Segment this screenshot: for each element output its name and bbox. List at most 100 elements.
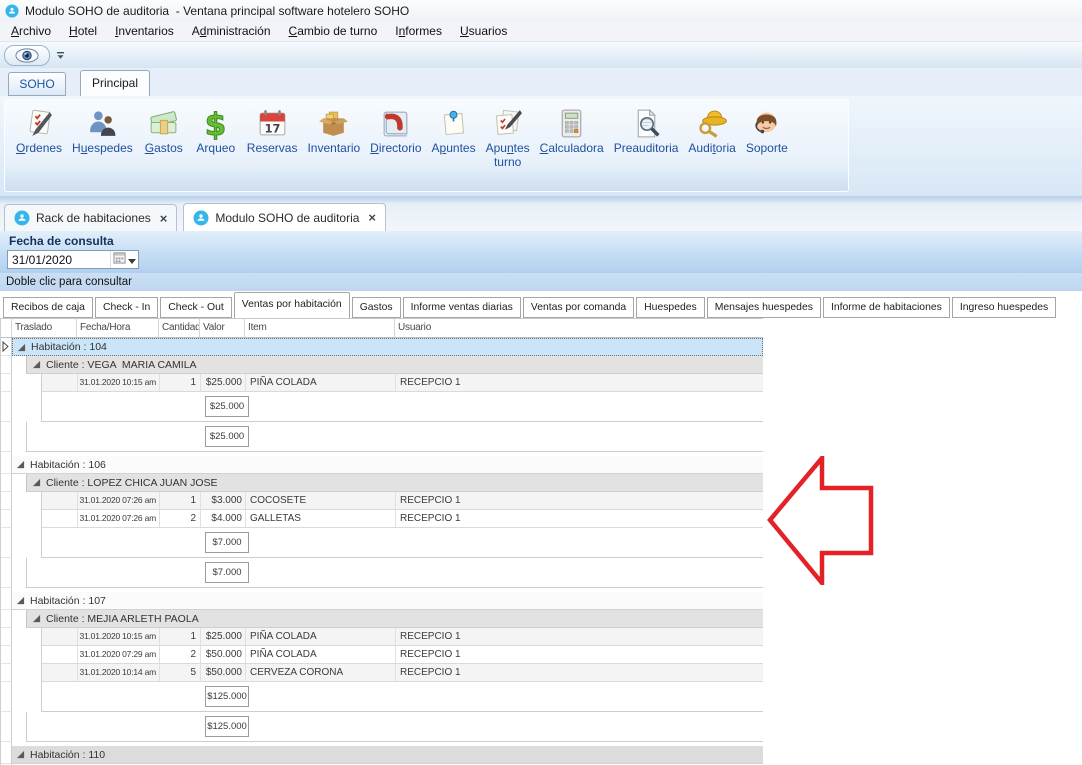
collapse-client-icon[interactable] bbox=[32, 360, 41, 369]
table-row[interactable]: 31.01.2020 07:26 am 2 $4.000 GALLETAS RE… bbox=[1, 510, 763, 528]
menu-item[interactable]: Inventarios bbox=[106, 21, 183, 41]
group-row[interactable]: Habitación : 107 bbox=[1, 592, 763, 610]
view-tab[interactable]: Informe de habitaciones bbox=[823, 297, 950, 318]
ribbon-button[interactable]: Gastos bbox=[138, 104, 190, 156]
view-tab[interactable]: Gastos bbox=[352, 297, 401, 318]
client-row[interactable]: Cliente : MEJIA ARLETH PAOLA bbox=[1, 610, 763, 628]
view-tab[interactable]: Ingreso huespedes bbox=[952, 297, 1056, 318]
close-icon[interactable]: × bbox=[160, 211, 168, 226]
view-tab[interactable]: Mensajes huespedes bbox=[707, 297, 821, 318]
ribbon-button[interactable]: Soporte bbox=[741, 104, 793, 156]
collapse-group-icon[interactable] bbox=[16, 460, 25, 469]
grid-header-row: Traslado Fecha/Hora Cantidad Valor Item … bbox=[1, 318, 763, 338]
menu-item[interactable]: Archivo bbox=[2, 21, 60, 41]
view-tab[interactable]: Ventas por comanda bbox=[523, 297, 634, 318]
view-tab[interactable]: Recibos de caja bbox=[3, 297, 93, 318]
cell-fecha: 31.01.2020 07:26 am bbox=[78, 492, 160, 509]
table-row[interactable]: 31.01.2020 10:15 am 1 $25.000 PIÑA COLAD… bbox=[1, 628, 763, 646]
row-indicator bbox=[1, 628, 12, 646]
ribbon-button-icon bbox=[630, 105, 663, 141]
menu-item[interactable]: Cambio de turno bbox=[280, 21, 387, 41]
collapse-group-icon[interactable] bbox=[16, 750, 25, 759]
table-row[interactable]: 31.01.2020 10:14 am 5 $50.000 CERVEZA CO… bbox=[1, 664, 763, 682]
column-header-cantidad[interactable]: Cantidad bbox=[159, 319, 200, 337]
eye-button[interactable] bbox=[4, 45, 50, 66]
table-row[interactable]: 31.01.2020 07:26 am 1 $3.000 COCOSETE RE… bbox=[1, 492, 763, 510]
ribbon-button[interactable]: Ordenes bbox=[11, 104, 67, 156]
view-tab[interactable]: Informe ventas diarias bbox=[403, 297, 521, 318]
ribbon-button-label: Ordenes bbox=[16, 141, 62, 155]
row-indicator bbox=[1, 510, 12, 528]
menu-item[interactable]: Hotel bbox=[60, 21, 106, 41]
client-row[interactable]: Cliente : LOPEZ CHICA JUAN JOSE bbox=[1, 474, 763, 492]
cell-fecha: 31.01.2020 10:15 am bbox=[78, 628, 160, 645]
ribbon-button-icon bbox=[317, 105, 350, 141]
qat-more-icon[interactable] bbox=[56, 51, 65, 60]
cell-usuario: RECEPCIO 1 bbox=[396, 374, 763, 391]
table-row[interactable]: 31.01.2020 07:29 am 2 $50.000 PIÑA COLAD… bbox=[1, 646, 763, 664]
menu-item[interactable]: Informes bbox=[386, 21, 451, 41]
view-tab[interactable]: Check - Out bbox=[160, 297, 231, 318]
client-row[interactable]: Cliente : VEGA MARIA CAMILA bbox=[1, 356, 763, 374]
ribbon-button[interactable]: Huespedes bbox=[67, 104, 138, 156]
cell-item: PIÑA COLADA bbox=[246, 646, 396, 663]
date-picker-button[interactable] bbox=[110, 251, 138, 268]
column-header-item[interactable]: Item bbox=[245, 319, 395, 337]
cell-fecha: 31.01.2020 07:29 am bbox=[78, 646, 160, 663]
cell-valor: $50.000 bbox=[201, 664, 246, 681]
ribbon-button-icon bbox=[491, 105, 524, 141]
group-row[interactable]: Habitación : 106 bbox=[1, 456, 763, 474]
cell-cantidad: 1 bbox=[160, 628, 201, 645]
table-row[interactable]: 31.01.2020 10:15 am 1 $25.000 PIÑA COLAD… bbox=[1, 374, 763, 392]
ribbon-button[interactable]: Calculadora bbox=[535, 104, 609, 156]
view-tab[interactable]: Ventas por habitación bbox=[234, 292, 350, 318]
row-indicator bbox=[1, 664, 12, 682]
group-row[interactable]: Habitación : 104 bbox=[1, 338, 763, 356]
ribbon-button-icon: 17 bbox=[256, 105, 289, 141]
date-input[interactable]: 31/01/2020 bbox=[7, 250, 139, 269]
row-indicator bbox=[1, 492, 12, 510]
ribbon-button[interactable]: Apuntes bbox=[427, 104, 481, 156]
group-row[interactable]: Habitación : 110 bbox=[1, 746, 763, 764]
calendar-icon bbox=[113, 251, 126, 269]
close-icon[interactable]: × bbox=[368, 210, 376, 225]
column-header-traslado[interactable]: Traslado bbox=[12, 319, 77, 337]
collapse-client-icon[interactable] bbox=[32, 614, 41, 623]
group-total-row: $7.000 bbox=[1, 558, 763, 588]
ribbon-tab-soho[interactable]: SOHO bbox=[8, 72, 66, 96]
ribbon-button[interactable]: Inventario bbox=[302, 104, 365, 156]
date-value[interactable]: 31/01/2020 bbox=[8, 253, 110, 267]
ribbon-button[interactable]: Preauditoria bbox=[609, 104, 684, 156]
document-tab[interactable]: Rack de habitaciones × bbox=[4, 204, 177, 231]
view-tab[interactable]: Huespedes bbox=[636, 297, 705, 318]
column-header-fecha[interactable]: Fecha/Hora bbox=[77, 319, 159, 337]
view-tab[interactable]: Check - In bbox=[95, 297, 158, 318]
collapse-group-icon[interactable] bbox=[17, 343, 26, 352]
collapse-client-icon[interactable] bbox=[32, 478, 41, 487]
row-indicator bbox=[1, 422, 12, 452]
row-indicator bbox=[1, 356, 12, 374]
ribbon-button[interactable]: Apuntes turno bbox=[481, 104, 535, 170]
ribbon-button-icon bbox=[750, 105, 783, 141]
ribbon-button-label: Calculadora bbox=[540, 141, 604, 155]
ribbon-button[interactable]: Directorio bbox=[365, 104, 426, 156]
ribbon-button-label: Gastos bbox=[145, 141, 183, 155]
document-tab-label: Modulo SOHO de auditoria bbox=[215, 211, 359, 225]
cell-traslado bbox=[42, 646, 78, 663]
ribbon-tab-principal[interactable]: Principal bbox=[80, 70, 150, 96]
client-group-label: Cliente : LOPEZ CHICA JUAN JOSE bbox=[46, 477, 218, 489]
menu-item[interactable]: Administración bbox=[183, 21, 280, 41]
ribbon-button-icon bbox=[86, 105, 119, 141]
document-tab[interactable]: Modulo SOHO de auditoria × bbox=[183, 203, 386, 231]
group-total-value: $125.000 bbox=[205, 716, 249, 737]
ribbon-button[interactable]: 17 Reservas bbox=[242, 104, 303, 156]
room-group-label: Habitación : 104 bbox=[31, 341, 107, 353]
ribbon-button[interactable]: $ Arqueo bbox=[190, 104, 242, 156]
collapse-group-icon[interactable] bbox=[16, 596, 25, 605]
ribbon-button-icon bbox=[437, 105, 470, 141]
column-header-usuario[interactable]: Usuario bbox=[395, 319, 763, 337]
column-header-valor[interactable]: Valor bbox=[200, 319, 245, 337]
menu-item[interactable]: Usuarios bbox=[451, 21, 516, 41]
ribbon-button[interactable]: Auditoria bbox=[683, 104, 740, 156]
sales-grid: Traslado Fecha/Hora Cantidad Valor Item … bbox=[0, 318, 763, 765]
